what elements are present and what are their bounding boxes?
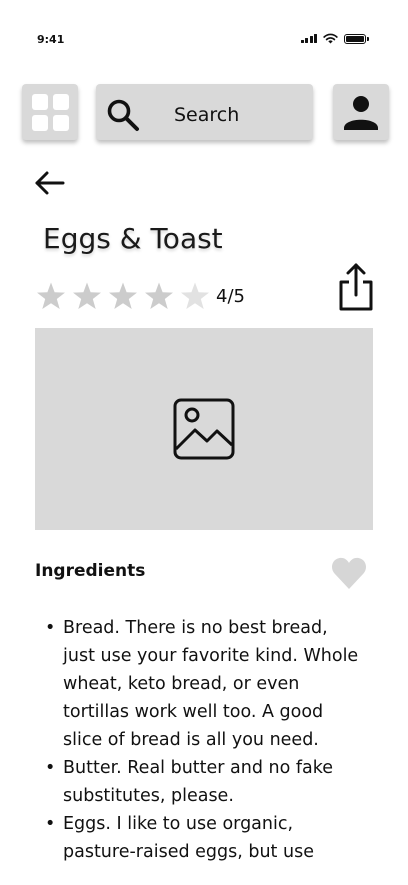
ingredient-item: Butter. Real butter and no fake substitu… <box>45 754 365 810</box>
ingredients-list: Bread. There is no best bread, just use … <box>45 614 365 866</box>
star-filled-icon[interactable] <box>108 281 138 311</box>
user-icon <box>344 96 378 130</box>
status-icons <box>300 33 369 44</box>
signal-icon <box>300 34 317 43</box>
star-rating[interactable] <box>36 281 210 311</box>
search-bar[interactable]: Search <box>96 84 313 140</box>
rating: 4/5 <box>36 281 245 311</box>
wifi-icon <box>323 33 338 44</box>
rating-label: 4/5 <box>216 285 245 307</box>
star-filled-icon[interactable] <box>36 281 66 311</box>
ingredient-item: Bread. There is no best bread, just use … <box>45 614 365 754</box>
battery-icon <box>344 33 369 44</box>
back-arrow-icon[interactable] <box>33 168 65 198</box>
star-empty-icon[interactable] <box>180 281 210 311</box>
ingredient-item: Eggs. I like to use organic, pasture-rai… <box>45 810 365 866</box>
menu-grid-button[interactable] <box>22 84 78 140</box>
star-filled-icon[interactable] <box>72 281 102 311</box>
profile-button[interactable] <box>333 84 389 140</box>
share-icon[interactable] <box>337 262 375 312</box>
search-label: Search <box>174 104 240 126</box>
heart-icon[interactable] <box>331 556 367 590</box>
image-icon <box>173 398 235 460</box>
search-icon <box>107 99 139 131</box>
ingredients-heading: Ingredients <box>35 561 146 581</box>
status-time: 9:41 <box>37 33 65 46</box>
recipe-title: Eggs & Toast <box>43 222 223 255</box>
grid-icon <box>31 93 69 131</box>
recipe-image-placeholder <box>35 328 373 530</box>
star-filled-icon[interactable] <box>144 281 174 311</box>
